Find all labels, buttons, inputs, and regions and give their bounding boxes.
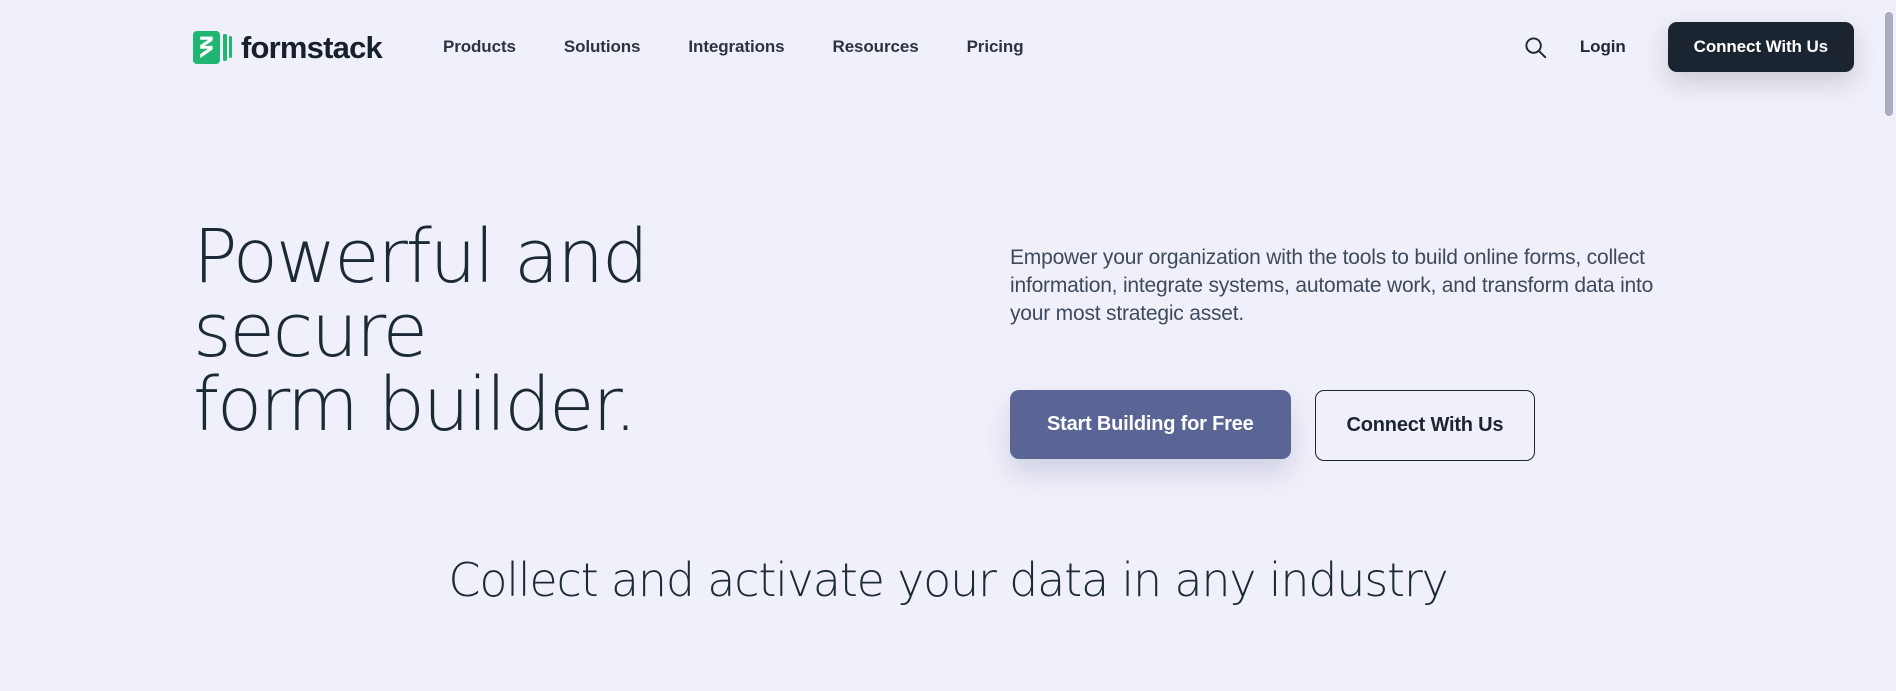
nav-item-integrations[interactable]: Integrations	[664, 27, 808, 67]
industry-title: Collect and activate your data in any in…	[448, 553, 1448, 608]
brand-logo-link[interactable]: formstack	[193, 29, 383, 65]
hero-title: Powerful and secure form builder.	[193, 214, 649, 448]
nav-item-products[interactable]: Products	[419, 27, 540, 67]
hero-cta-group: Start Building for Free Connect With Us	[1010, 390, 1670, 462]
nav-link-solutions[interactable]: Solutions	[540, 27, 665, 67]
main-content: Powerful and secure form builder. Empowe…	[0, 94, 1896, 607]
header-actions: Login Connect With Us	[1514, 22, 1896, 72]
main-navigation: Products Solutions Integrations Resource…	[419, 27, 1048, 67]
nav-link-products[interactable]: Products	[419, 27, 540, 67]
header-connect-button[interactable]: Connect With Us	[1667, 22, 1854, 72]
hero-description: Empower your organization with the tools…	[1010, 246, 1654, 326]
nav-item-pricing[interactable]: Pricing	[943, 27, 1048, 67]
hero-left-column: Powerful and secure form builder.	[193, 220, 893, 442]
search-button[interactable]	[1514, 25, 1558, 69]
start-building-button[interactable]: Start Building for Free	[1010, 390, 1291, 460]
nav-link-resources[interactable]: Resources	[809, 27, 943, 67]
login-link[interactable]: Login	[1580, 37, 1626, 57]
nav-link-pricing[interactable]: Pricing	[943, 27, 1048, 67]
hero-connect-button[interactable]: Connect With Us	[1314, 390, 1536, 462]
logo-bar-2	[229, 36, 232, 58]
industry-section: Collect and activate your data in any in…	[0, 553, 1896, 607]
logo-bar-1	[222, 33, 227, 61]
hero-section: Powerful and secure form builder. Empowe…	[0, 94, 1896, 462]
brand-wordmark: formstack	[241, 29, 383, 65]
nav-item-solutions[interactable]: Solutions	[540, 27, 665, 67]
page-scrollbar[interactable]	[1882, 0, 1896, 691]
hero-right-column: Empower your organization with the tools…	[1010, 220, 1670, 462]
formstack-bolt-icon	[193, 30, 232, 64]
nav-item-resources[interactable]: Resources	[809, 27, 943, 67]
search-icon	[1524, 36, 1547, 59]
nav-link-integrations[interactable]: Integrations	[664, 27, 808, 67]
site-header: formstack Products Solutions Integration…	[0, 0, 1896, 94]
